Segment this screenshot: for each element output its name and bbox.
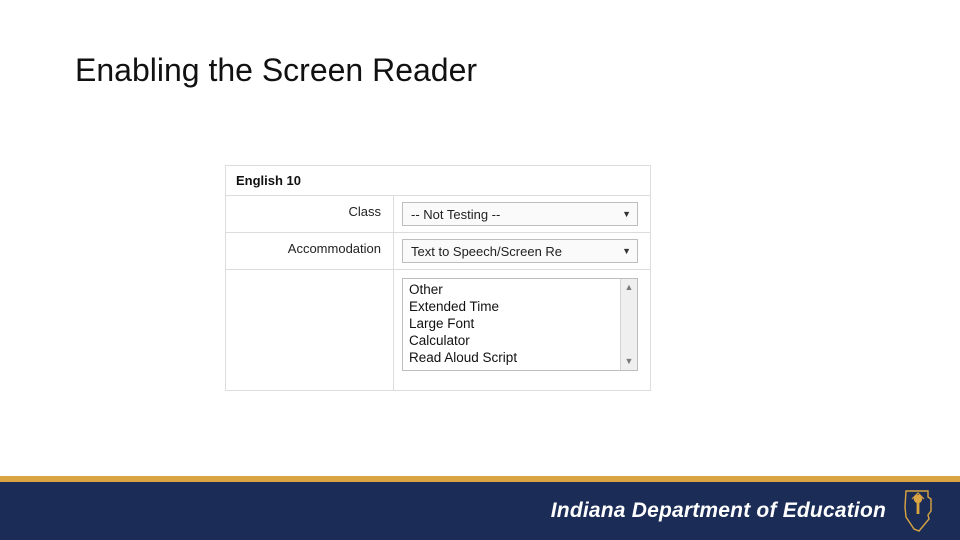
footer-bar: Indiana Department of Education [0, 482, 960, 540]
class-select[interactable]: -- Not Testing -- ▼ [402, 202, 638, 226]
indiana-state-icon [898, 489, 938, 533]
list-item[interactable]: Extended Time [409, 298, 614, 315]
row-accommodation: Accommodation Text to Speech/Screen Re ▼ [226, 233, 650, 270]
accommodation-label: Accommodation [226, 233, 394, 269]
row-class: Class -- Not Testing -- ▼ [226, 196, 650, 233]
chevron-down-icon: ▼ [622, 209, 631, 219]
list-item[interactable]: Large Font [409, 315, 614, 332]
list-spacer [226, 270, 394, 390]
footer: Indiana Department of Education [0, 476, 960, 540]
slide-title: Enabling the Screen Reader [75, 52, 477, 89]
scrollbar[interactable]: ▲ ▼ [620, 279, 637, 370]
class-select-value: -- Not Testing -- [411, 207, 500, 222]
scroll-up-icon[interactable]: ▲ [625, 283, 634, 292]
list-item[interactable]: Calculator [409, 332, 614, 349]
panel-header: English 10 [226, 166, 650, 196]
accommodation-select[interactable]: Text to Speech/Screen Re ▼ [402, 239, 638, 263]
class-label: Class [226, 196, 394, 232]
brand: Indiana Department of Education [551, 489, 938, 533]
list-item[interactable]: Other [409, 281, 614, 298]
accommodation-select-value: Text to Speech/Screen Re [411, 244, 562, 259]
brand-text: Indiana Department of Education [551, 499, 886, 523]
row-accommodation-list: Other Extended Time Large Font Calculato… [226, 270, 650, 390]
list-item[interactable]: Read Aloud Script [409, 349, 614, 366]
settings-panel: English 10 Class -- Not Testing -- ▼ Acc… [225, 165, 651, 391]
scroll-down-icon[interactable]: ▼ [625, 357, 634, 366]
chevron-down-icon: ▼ [622, 246, 631, 256]
accommodation-listbox[interactable]: Other Extended Time Large Font Calculato… [402, 278, 638, 371]
